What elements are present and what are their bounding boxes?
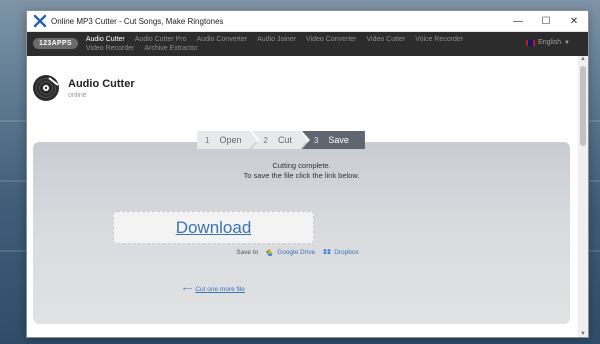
step-label: Open	[219, 135, 242, 145]
language-selector[interactable]: English ▼	[526, 39, 570, 46]
step-cut[interactable]: 2 Cut	[251, 131, 307, 149]
step-indicator: 1 Open 2 Cut 3 Save	[197, 131, 365, 149]
instruction-message: To save the file click the link below.	[243, 171, 360, 180]
vinyl-disc-icon	[33, 75, 59, 101]
google-drive-icon	[266, 249, 273, 256]
caret-down-icon: ▼	[564, 39, 570, 46]
scroll-down-icon[interactable]: ▼	[578, 331, 588, 337]
google-drive-link[interactable]: Google Drive	[266, 249, 315, 256]
nav-item-audio-cutter[interactable]: Audio Cutter	[86, 35, 125, 44]
close-button[interactable]: ✕	[560, 11, 588, 31]
scrollbar-thumb[interactable]	[580, 66, 586, 146]
dropbox-link[interactable]: Dropbox	[323, 249, 359, 256]
step-save[interactable]: 3 Save	[301, 131, 365, 149]
app-logo-icon	[33, 14, 47, 28]
top-navbar: 123APPS Audio Cutter Audio Cutter Pro Audi…	[27, 32, 588, 56]
window-title: Online MP3 Cutter - Cut Songs, Make Ring…	[51, 16, 224, 26]
save-to-label: Save to	[236, 249, 259, 256]
result-panel: Cutting complete. To save the file click…	[33, 142, 570, 324]
nav-item-audio-cutter-pro[interactable]: Audio Cutter Pro	[135, 35, 187, 44]
title-bar: Online MP3 Cutter - Cut Songs, Make Ring…	[27, 11, 588, 32]
left-arrow-icon: ⟵	[183, 286, 193, 293]
step-number: 2	[263, 135, 268, 145]
download-box[interactable]: Download	[113, 211, 314, 244]
nav-item-video-converter[interactable]: Video Converter	[306, 35, 356, 44]
dropbox-label: Dropbox	[334, 249, 359, 256]
nav-item-audio-joiner[interactable]: Audio Joiner	[257, 35, 296, 44]
language-label: English	[538, 39, 562, 46]
step-number: 1	[205, 135, 210, 145]
scroll-up-icon[interactable]: ▲	[578, 56, 588, 62]
main-content: Audio Cutter online Cutting complete. To…	[27, 56, 578, 337]
nav-item-voice-recorder[interactable]: Voice Recorder	[415, 35, 463, 44]
app-header: Audio Cutter online	[32, 74, 135, 102]
uk-flag-icon	[526, 39, 536, 46]
dropbox-icon	[323, 249, 332, 255]
nav-item-video-recorder[interactable]: Video Recorder	[86, 44, 135, 53]
step-label: Save	[328, 135, 349, 145]
nav-item-archive-extractor[interactable]: Archive Extractor	[144, 44, 197, 53]
maximize-button[interactable]: ☐	[532, 11, 560, 31]
step-number: 3	[313, 135, 319, 145]
google-drive-label: Google Drive	[277, 249, 316, 256]
brand-logo[interactable]: 123APPS	[33, 38, 78, 49]
nav-item-audio-converter[interactable]: Audio Converter	[197, 35, 248, 44]
download-link[interactable]: Download	[176, 218, 252, 238]
cut-more-label: Cut one more file	[195, 285, 245, 293]
app-subtitle: online	[68, 91, 87, 99]
step-label: Cut	[277, 135, 292, 145]
nav-menu: Audio Cutter Audio Cutter Pro Audio Conver…	[86, 32, 511, 53]
minimize-button[interactable]: —	[504, 11, 532, 31]
save-to-row: Save to Google Drive Dropbox	[33, 249, 570, 256]
cut-more-link[interactable]: ⟵ Cut one more file	[183, 285, 245, 294]
nav-item-video-cutter[interactable]: Video Cutter	[367, 35, 406, 44]
status-message: Cutting complete.	[272, 161, 331, 170]
browser-window: Online MP3 Cutter - Cut Songs, Make Ring…	[27, 11, 588, 337]
page-scrollbar[interactable]: ▲ ▼	[578, 56, 588, 337]
step-open[interactable]: 1 Open	[197, 131, 257, 149]
app-title: Audio Cutter	[68, 77, 135, 90]
